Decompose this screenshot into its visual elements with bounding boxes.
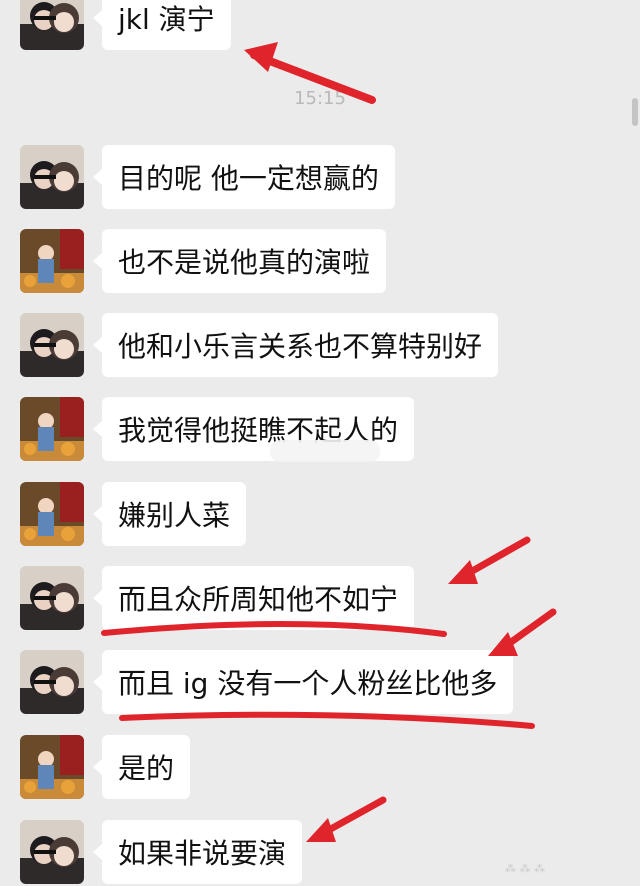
message-bubble[interactable]: 目的呢 他一定想赢的 (93, 145, 395, 209)
avatar-girl[interactable] (20, 397, 84, 461)
avatar-couple[interactable] (20, 313, 84, 377)
message-bubble[interactable]: 而且 ig 没有一个人粉丝比他多 (92, 650, 514, 714)
girl-photo-icon (20, 229, 84, 293)
arrow-head-icon (448, 560, 478, 584)
message-bubble[interactable]: 嫌别人菜 (92, 482, 247, 546)
avatar-couple[interactable] (20, 145, 84, 209)
message-text: 而且 ig 没有一个人粉丝比他多 (118, 667, 498, 700)
message-text: 嫌别人菜 (118, 499, 231, 532)
avatar-girl[interactable] (20, 482, 84, 546)
watermark-logo: ⁂ ⁂ ⁂ (505, 862, 545, 875)
message-bubble[interactable]: 是的 (92, 735, 191, 799)
arrow-head-icon (244, 42, 278, 72)
message-text: 他和小乐言关系也不算特别好 (118, 330, 483, 363)
avatar-girl[interactable] (20, 229, 84, 293)
message-text: jkl 演宁 (118, 3, 215, 36)
girl-photo-icon (20, 482, 84, 546)
arrow-icon (314, 796, 387, 840)
avatar-couple[interactable] (20, 566, 84, 630)
avatar-couple[interactable] (20, 650, 84, 714)
chat-area: jkl 演宁 15:15 目的呢 他一定想赢的 也不是说他真的演啦 他和小乐言关… (0, 0, 640, 886)
message-text: 目的呢 他一定想赢的 (118, 162, 379, 195)
message-text: 如果非说要演 (118, 837, 287, 870)
message-bubble[interactable]: 他和小乐言关系也不算特别好 (92, 313, 499, 377)
message-bubble[interactable]: 如果非说要演 (92, 820, 303, 884)
message-bubble[interactable]: 而且众所周知他不如宁 (92, 566, 415, 630)
message-timestamp: 15:15 (294, 88, 346, 109)
avatar-couple[interactable] (20, 820, 84, 884)
arrow-head-icon (306, 818, 336, 842)
couple-photo-icon (20, 145, 84, 209)
underline-mark (119, 711, 535, 729)
arrow-icon (496, 608, 557, 654)
girl-photo-icon (20, 397, 84, 461)
arrow-icon (456, 536, 531, 582)
message-bubble[interactable]: 也不是说他真的演啦 (92, 229, 387, 293)
message-text: 而且众所周知他不如宁 (118, 583, 399, 616)
message-text: 也不是说他真的演啦 (118, 246, 371, 279)
blurred-watermark (270, 440, 380, 462)
avatar-couple[interactable] (20, 0, 84, 50)
avatar-girl[interactable] (20, 735, 84, 799)
message-text: 是的 (118, 752, 175, 785)
couple-photo-icon (20, 566, 84, 630)
couple-photo-icon (20, 650, 84, 714)
couple-photo-icon (20, 820, 84, 884)
couple-photo-icon (20, 0, 84, 50)
couple-photo-icon (20, 313, 84, 377)
girl-photo-icon (20, 735, 84, 799)
message-bubble[interactable]: jkl 演宁 (93, 0, 231, 50)
